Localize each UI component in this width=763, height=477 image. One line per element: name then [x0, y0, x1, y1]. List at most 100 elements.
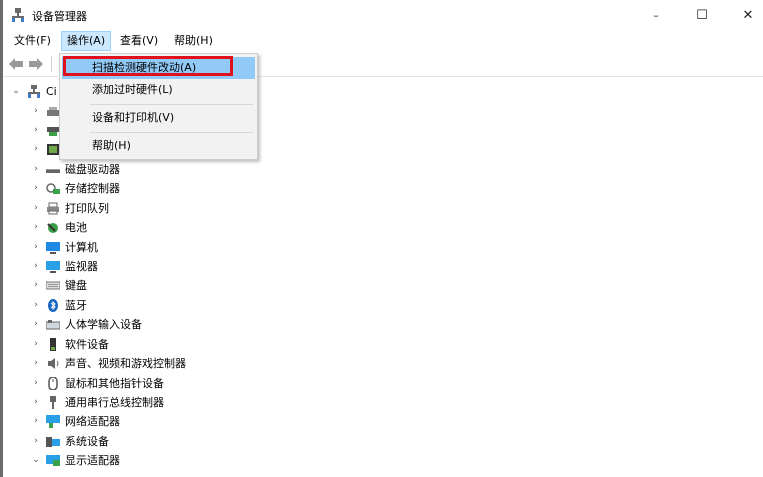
chevron-right-icon[interactable]: › — [31, 276, 41, 295]
chevron-right-icon[interactable]: › — [31, 374, 41, 393]
disk-icon — [46, 169, 60, 173]
chevron-right-icon[interactable]: › — [31, 257, 41, 276]
tree-item-label: 网络适配器 — [65, 415, 120, 428]
close-button[interactable]: ✕ — [725, 0, 763, 30]
software-device-icon — [50, 338, 56, 351]
tree-item[interactable]: › 声音、视频和游戏控制器 — [3, 354, 223, 373]
minimize-icon: – — [653, 8, 659, 22]
tree-item[interactable]: › 磁盘驱动器 — [3, 160, 223, 179]
tree-item-label: 电池 — [65, 221, 87, 234]
back-arrow-icon[interactable] — [8, 56, 24, 72]
monitor-icon — [46, 261, 60, 273]
menu-item-add-legacy-hardware[interactable]: 添加过时硬件(L) — [62, 79, 255, 101]
processor-icon — [47, 144, 59, 155]
close-icon: ✕ — [742, 7, 754, 23]
menu-file[interactable]: 文件(F) — [9, 32, 56, 50]
tree-item-label: 鼠标和其他指针设备 — [65, 377, 164, 390]
chevron-right-icon[interactable]: › — [31, 218, 41, 237]
drive-icon — [47, 107, 59, 116]
title-bar: 设备管理器 – ☐ ✕ — [3, 0, 763, 30]
tree-item[interactable]: › 键盘 — [3, 276, 223, 295]
menu-item-help[interactable]: 帮助(H) — [62, 135, 255, 157]
chevron-right-icon[interactable]: › — [31, 354, 41, 373]
tree-item[interactable]: › 打印队列 — [3, 199, 223, 218]
tree-item-label: 监视器 — [65, 260, 98, 273]
keyboard-device-icon — [47, 127, 59, 136]
menu-item-label: 添加过时硬件(L) — [92, 83, 173, 96]
chevron-down-icon[interactable]: ⌄ — [11, 82, 21, 101]
menu-bar: 文件(F) 操作(A) 查看(V) 帮助(H) — [3, 30, 763, 52]
chevron-right-icon[interactable]: › — [31, 412, 41, 431]
computer-root-icon — [28, 85, 40, 98]
chevron-right-icon[interactable]: › — [31, 199, 41, 218]
chevron-right-icon[interactable]: › — [31, 102, 41, 121]
tree-item-label: 磁盘驱动器 — [65, 163, 120, 176]
menu-separator — [90, 104, 253, 105]
chevron-right-icon[interactable]: › — [31, 335, 41, 354]
toolbar-separator — [51, 56, 52, 72]
display-adapter-icon — [46, 455, 60, 466]
chevron-right-icon[interactable]: › — [31, 296, 41, 315]
tree-item-label: 打印队列 — [65, 202, 109, 215]
tree-item[interactable]: › 鼠标和其他指针设备 — [3, 374, 223, 393]
tree-item[interactable]: › 系统设备 — [3, 432, 223, 451]
chevron-right-icon[interactable]: › — [31, 160, 41, 179]
tree-item[interactable]: › 存储控制器 — [3, 179, 223, 198]
chevron-down-icon[interactable]: ⌄ — [31, 451, 41, 470]
chevron-right-icon[interactable]: › — [31, 179, 41, 198]
printer-icon — [47, 202, 59, 215]
tree-item[interactable]: › — [3, 121, 63, 140]
chevron-right-icon[interactable]: › — [31, 432, 41, 451]
tree-item-label: 蓝牙 — [65, 299, 87, 312]
chevron-right-icon[interactable]: › — [31, 315, 41, 334]
maximize-button[interactable]: ☐ — [679, 0, 725, 30]
chevron-right-icon[interactable]: › — [31, 140, 41, 159]
menu-help[interactable]: 帮助(H) — [169, 32, 218, 50]
system-device-icon — [46, 437, 60, 447]
tree-item-label: 通用串行总线控制器 — [65, 396, 164, 409]
tree-item-expanded[interactable]: ⌄ 显示适配器 — [3, 451, 223, 470]
menu-item-label: 设备和打印机(V) — [92, 111, 175, 124]
hid-icon — [46, 320, 60, 330]
chevron-right-icon[interactable]: › — [31, 121, 41, 140]
menu-item-devices-and-printers[interactable]: 设备和打印机(V) — [62, 107, 255, 129]
tree-item[interactable]: › 蓝牙 — [3, 296, 223, 315]
bluetooth-icon — [48, 299, 58, 312]
menu-separator — [90, 132, 253, 133]
tree-item-label: 计算机 — [65, 241, 98, 254]
tree-item[interactable]: › 软件设备 — [3, 335, 223, 354]
minimize-button[interactable]: – — [633, 0, 679, 30]
menu-view[interactable]: 查看(V) — [115, 32, 163, 50]
menu-action[interactable]: 操作(A) — [61, 31, 112, 51]
tree-item-label: 系统设备 — [65, 435, 109, 448]
tree-item[interactable]: › 通用串行总线控制器 — [3, 393, 223, 412]
tree-item-label: 声音、视频和游戏控制器 — [65, 357, 186, 370]
maximize-icon: ☐ — [696, 7, 708, 23]
tree-item-label: 人体学输入设备 — [65, 318, 142, 331]
tree-item-label: 显示适配器 — [65, 454, 120, 467]
mouse-icon — [48, 377, 58, 390]
chevron-right-icon[interactable]: › — [31, 238, 41, 257]
highlight-annotation-box — [63, 56, 233, 76]
tree-item[interactable]: › 网络适配器 — [3, 412, 223, 431]
tree-item[interactable]: › — [3, 102, 63, 121]
network-icon — [46, 415, 60, 428]
tree-item-label: 存储控制器 — [65, 182, 120, 195]
forward-arrow-icon[interactable] — [28, 56, 44, 72]
tree-root-label: Ci — [46, 85, 57, 98]
tree-item[interactable]: › 人体学输入设备 — [3, 315, 223, 334]
menu-item-label: 帮助(H) — [92, 139, 131, 152]
tree-item[interactable]: › 计算机 — [3, 238, 223, 257]
device-manager-icon — [12, 8, 24, 22]
battery-icon — [47, 223, 58, 233]
computer-icon — [46, 242, 60, 254]
tree-item[interactable]: › 电池 — [3, 218, 223, 237]
tree-item[interactable]: › 监视器 — [3, 257, 223, 276]
tree-item-label: 键盘 — [65, 279, 87, 292]
tree-item-label: 软件设备 — [65, 338, 109, 351]
tree-item[interactable]: › — [3, 140, 63, 159]
usb-icon — [50, 396, 56, 409]
storage-controller-icon — [46, 183, 60, 194]
speaker-icon — [48, 358, 59, 369]
chevron-right-icon[interactable]: › — [31, 393, 41, 412]
